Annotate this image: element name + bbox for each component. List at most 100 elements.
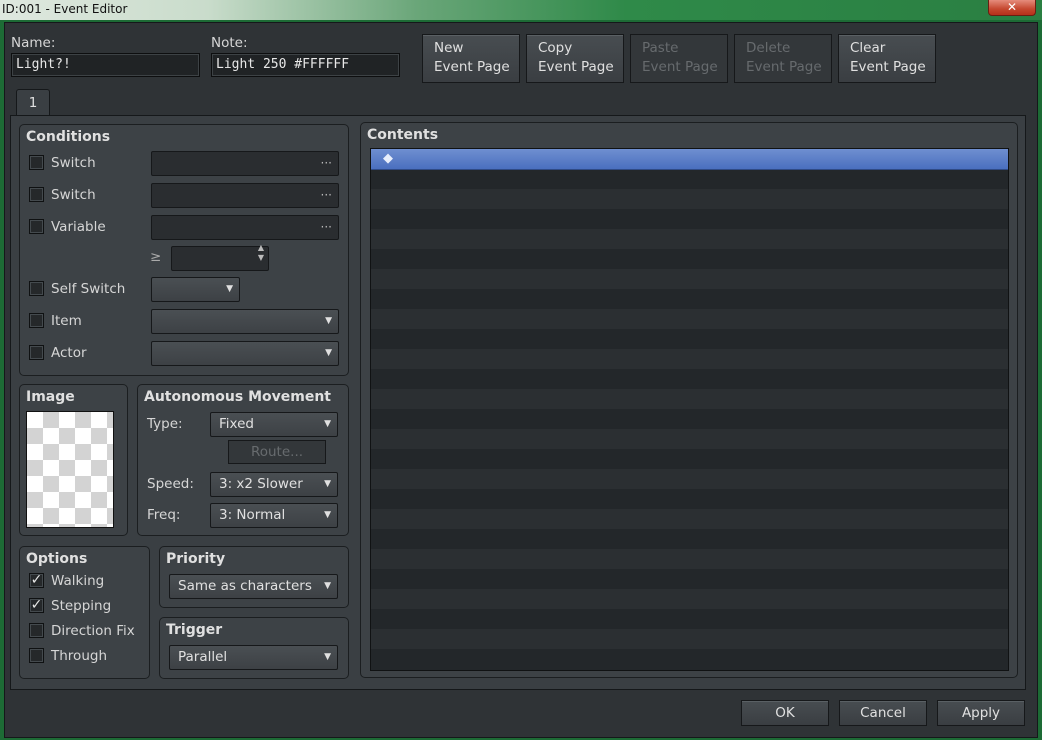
name-input[interactable]: Light?!: [11, 53, 200, 77]
list-row: [371, 429, 1008, 449]
speed-label: Speed:: [147, 476, 194, 492]
list-row: [371, 469, 1008, 489]
variable-checkbox[interactable]: [29, 219, 44, 234]
walking-checkbox[interactable]: ✓: [29, 573, 44, 588]
chevron-down-icon: ▼: [324, 419, 331, 429]
conditions-title: Conditions: [26, 129, 111, 145]
through-checkbox[interactable]: [29, 648, 44, 663]
switch2-checkbox[interactable]: [29, 187, 44, 202]
list-row: [371, 349, 1008, 369]
trigger-title: Trigger: [166, 622, 223, 638]
tab-page-1[interactable]: 1: [16, 89, 50, 117]
command-row-selected[interactable]: ◆: [371, 149, 1008, 170]
variable-value-spinner[interactable]: ▲ ▼: [171, 243, 269, 271]
freq-dropdown[interactable]: 3: Normal ▼: [210, 503, 338, 528]
paste-event-page-button[interactable]: Paste Event Page: [630, 34, 728, 83]
delete-event-page-button[interactable]: Delete Event Page: [734, 34, 832, 83]
list-row: [371, 369, 1008, 389]
type-dropdown[interactable]: Fixed ▼: [210, 412, 338, 437]
note-input[interactable]: Light 250 #FFFFFF: [211, 53, 400, 77]
switch1-checkbox[interactable]: [29, 155, 44, 170]
priority-dropdown[interactable]: Same as characters ▼: [169, 574, 338, 599]
name-label: Name:: [11, 35, 56, 51]
self-switch-dropdown[interactable]: ▼: [151, 277, 240, 302]
event-editor-window: Name: Light?! Note: Light 250 #FFFFFF Ne…: [4, 22, 1038, 738]
window-title: ID:001 - Event Editor: [2, 2, 128, 16]
direction-fix-label: Direction Fix: [51, 623, 135, 639]
list-row: [371, 509, 1008, 529]
actor-dropdown[interactable]: ▼: [151, 341, 339, 366]
list-row: [371, 629, 1008, 649]
close-window-button[interactable]: ✕: [988, 0, 1036, 16]
apply-button[interactable]: Apply: [937, 700, 1025, 726]
note-label: Note:: [211, 35, 248, 51]
speed-dropdown[interactable]: 3: x2 Slower ▼: [210, 472, 338, 497]
stepping-checkbox[interactable]: ✓: [29, 598, 44, 613]
list-row: [371, 489, 1008, 509]
options-title: Options: [26, 551, 88, 567]
list-row: [371, 169, 1008, 189]
switch2-label: Switch: [51, 187, 96, 203]
list-row: [371, 329, 1008, 349]
list-row: [371, 389, 1008, 409]
freq-label: Freq:: [147, 507, 181, 523]
list-row: [371, 249, 1008, 269]
item-dropdown[interactable]: ▼: [151, 309, 339, 334]
chevron-down-icon: ▼: [324, 510, 331, 520]
spinner-arrows-icon[interactable]: ▲ ▼: [258, 243, 264, 263]
compare-symbol: ≥: [150, 249, 162, 265]
close-icon: ✕: [1006, 0, 1018, 14]
priority-title: Priority: [166, 551, 226, 567]
event-command-list[interactable]: ◆: [370, 148, 1009, 671]
chevron-down-icon: ▼: [324, 581, 331, 591]
direction-fix-checkbox[interactable]: [29, 623, 44, 638]
list-row: [371, 549, 1008, 569]
chevron-down-icon: ▼: [324, 652, 331, 662]
chevron-down-icon: ▼: [325, 316, 332, 326]
image-preview[interactable]: [26, 411, 114, 528]
item-label: Item: [51, 313, 82, 329]
checkmark-icon: ✓: [30, 572, 43, 588]
image-group: Image: [19, 384, 128, 536]
list-row: [371, 649, 1008, 669]
clear-event-page-button[interactable]: Clear Event Page: [838, 34, 936, 83]
switch1-selector[interactable]: ···: [151, 151, 339, 176]
variable-selector[interactable]: ···: [151, 215, 339, 240]
command-marker-icon: ◆: [383, 151, 393, 166]
contents-group: Contents ◆: [360, 122, 1018, 678]
copy-event-page-button[interactable]: Copy Event Page: [526, 34, 624, 83]
list-row: [371, 529, 1008, 549]
switch2-selector[interactable]: ···: [151, 183, 339, 208]
checkmark-icon: ✓: [30, 597, 43, 613]
autonomous-movement-group: Autonomous Movement Type: Fixed ▼ Route..…: [137, 384, 349, 536]
list-row: [371, 449, 1008, 469]
chevron-down-icon: ▼: [325, 348, 332, 358]
trigger-dropdown[interactable]: Parallel ▼: [169, 645, 338, 670]
self-switch-label: Self Switch: [51, 281, 126, 297]
event-page-panel: Conditions Switch ··· Switch ··· Variabl…: [10, 115, 1026, 690]
contents-title: Contents: [367, 127, 439, 143]
priority-group: Priority Same as characters ▼: [159, 546, 349, 608]
list-row: [371, 409, 1008, 429]
title-bar: ID:001 - Event Editor ✕: [0, 0, 1042, 20]
walking-label: Walking: [51, 573, 105, 589]
new-event-page-button[interactable]: New Event Page: [422, 34, 520, 83]
image-title: Image: [26, 389, 75, 405]
list-row: [371, 589, 1008, 609]
variable-label: Variable: [51, 219, 106, 235]
ellipsis-icon: ···: [320, 188, 332, 202]
list-row: [371, 609, 1008, 629]
ok-button[interactable]: OK: [741, 700, 829, 726]
conditions-group: Conditions Switch ··· Switch ··· Variabl…: [19, 124, 349, 376]
options-group: Options ✓ Walking ✓ Stepping Direction F…: [19, 546, 150, 679]
route-button[interactable]: Route...: [228, 440, 326, 464]
chevron-down-icon: ▼: [324, 479, 331, 489]
list-row: [371, 209, 1008, 229]
item-checkbox[interactable]: [29, 313, 44, 328]
actor-checkbox[interactable]: [29, 345, 44, 360]
list-row: [371, 309, 1008, 329]
stepping-label: Stepping: [51, 598, 112, 614]
chevron-down-icon: ▼: [226, 284, 233, 294]
cancel-button[interactable]: Cancel: [839, 700, 927, 726]
self-switch-checkbox[interactable]: [29, 281, 44, 296]
